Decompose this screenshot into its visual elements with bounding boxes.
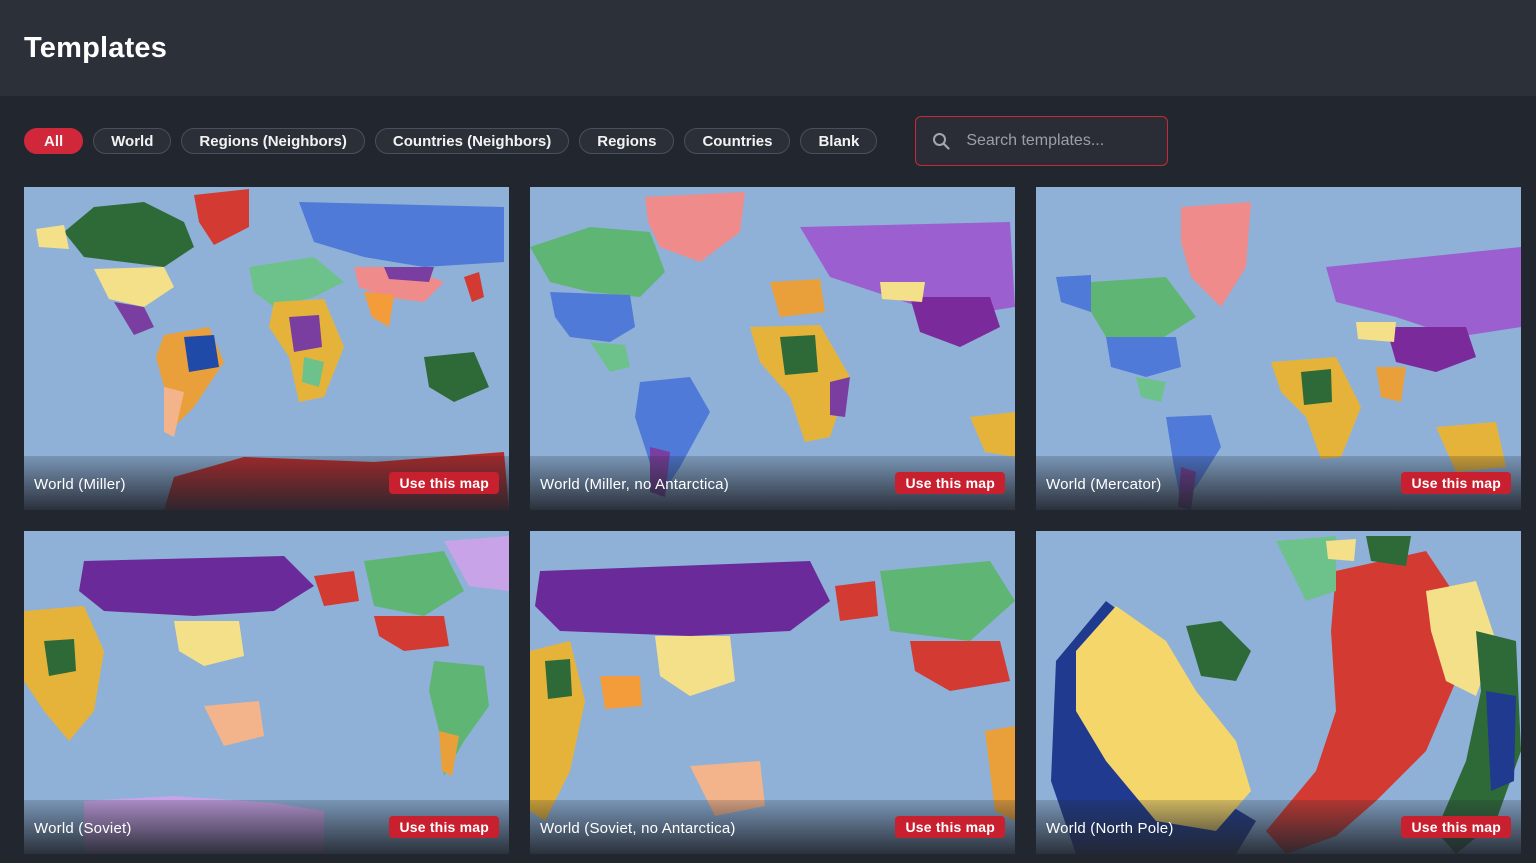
card-title: World (Soviet)	[34, 819, 132, 837]
card-title: World (Miller, no Antarctica)	[540, 475, 729, 493]
page-header: Templates	[0, 0, 1536, 96]
filter-regions-neighbors[interactable]: Regions (Neighbors)	[181, 128, 365, 154]
filter-blank[interactable]: Blank	[800, 128, 878, 154]
card-footer: World (Miller, no Antarctica) Use this m…	[530, 456, 1015, 510]
use-map-button[interactable]: Use this map	[895, 472, 1005, 494]
use-map-button[interactable]: Use this map	[1401, 816, 1511, 838]
template-card-world-mercator[interactable]: World (Mercator) Use this map	[1036, 187, 1521, 510]
card-title: World (North Pole)	[1046, 819, 1174, 837]
template-card-world-soviet-no-antarctica[interactable]: World (Soviet, no Antarctica) Use this m…	[530, 531, 1015, 854]
template-card-world-miller-no-antarctica[interactable]: World (Miller, no Antarctica) Use this m…	[530, 187, 1015, 510]
use-map-button[interactable]: Use this map	[1401, 472, 1511, 494]
filter-countries-neighbors[interactable]: Countries (Neighbors)	[374, 128, 570, 154]
card-footer: World (Soviet, no Antarctica) Use this m…	[530, 800, 1015, 854]
filter-countries[interactable]: Countries	[684, 128, 791, 154]
page-title: Templates	[24, 31, 168, 64]
card-footer: World (North Pole) Use this map	[1036, 800, 1521, 854]
template-card-world-north-pole[interactable]: World (North Pole) Use this map	[1036, 531, 1521, 854]
filter-world[interactable]: World	[93, 128, 172, 154]
search-input[interactable]	[964, 131, 1139, 151]
card-footer: World (Miller) Use this map	[24, 456, 509, 510]
use-map-button[interactable]: Use this map	[389, 816, 499, 838]
search-box[interactable]	[915, 116, 1169, 166]
search-icon	[933, 133, 950, 150]
use-map-button[interactable]: Use this map	[389, 472, 499, 494]
filter-bar: All World Regions (Neighbors) Countries …	[24, 116, 1169, 166]
card-title: World (Mercator)	[1046, 475, 1162, 493]
template-card-world-miller[interactable]: World (Miller) Use this map	[24, 187, 509, 510]
use-map-button[interactable]: Use this map	[895, 816, 1005, 838]
template-card-world-soviet[interactable]: World (Soviet) Use this map	[24, 531, 509, 854]
card-title: World (Soviet, no Antarctica)	[540, 819, 736, 837]
template-grid: World (Miller) Use this map World (Mille…	[24, 187, 1521, 855]
card-footer: World (Mercator) Use this map	[1036, 456, 1521, 510]
card-title: World (Miller)	[34, 475, 126, 493]
filter-regions[interactable]: Regions	[579, 128, 675, 154]
filter-all[interactable]: All	[24, 128, 84, 154]
card-footer: World (Soviet) Use this map	[24, 800, 509, 854]
